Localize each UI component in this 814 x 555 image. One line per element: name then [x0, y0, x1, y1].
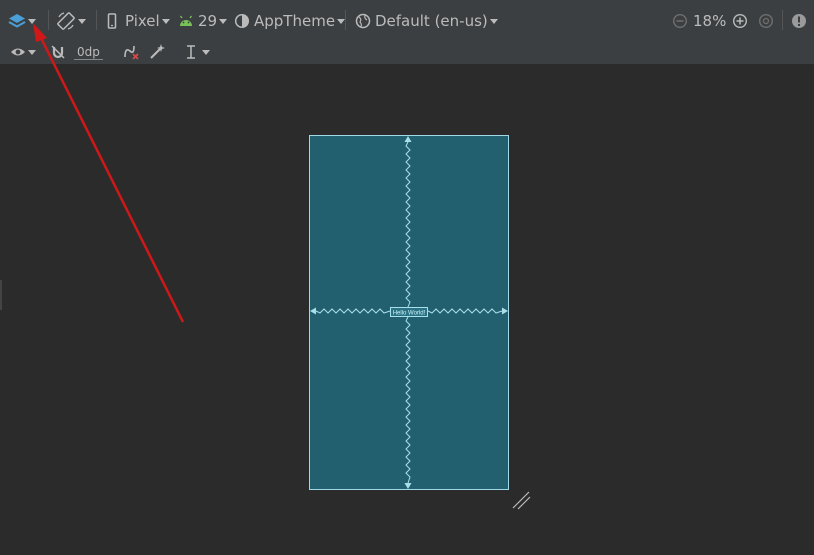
svg-text:Hello World!: Hello World! [393, 311, 426, 317]
blueprint-surface: Hello World! [33, 23, 531, 510]
annotation-arrow [33, 23, 185, 323]
resize-handle[interactable] [512, 491, 531, 510]
textview-widget[interactable]: Hello World! [390, 307, 428, 317]
